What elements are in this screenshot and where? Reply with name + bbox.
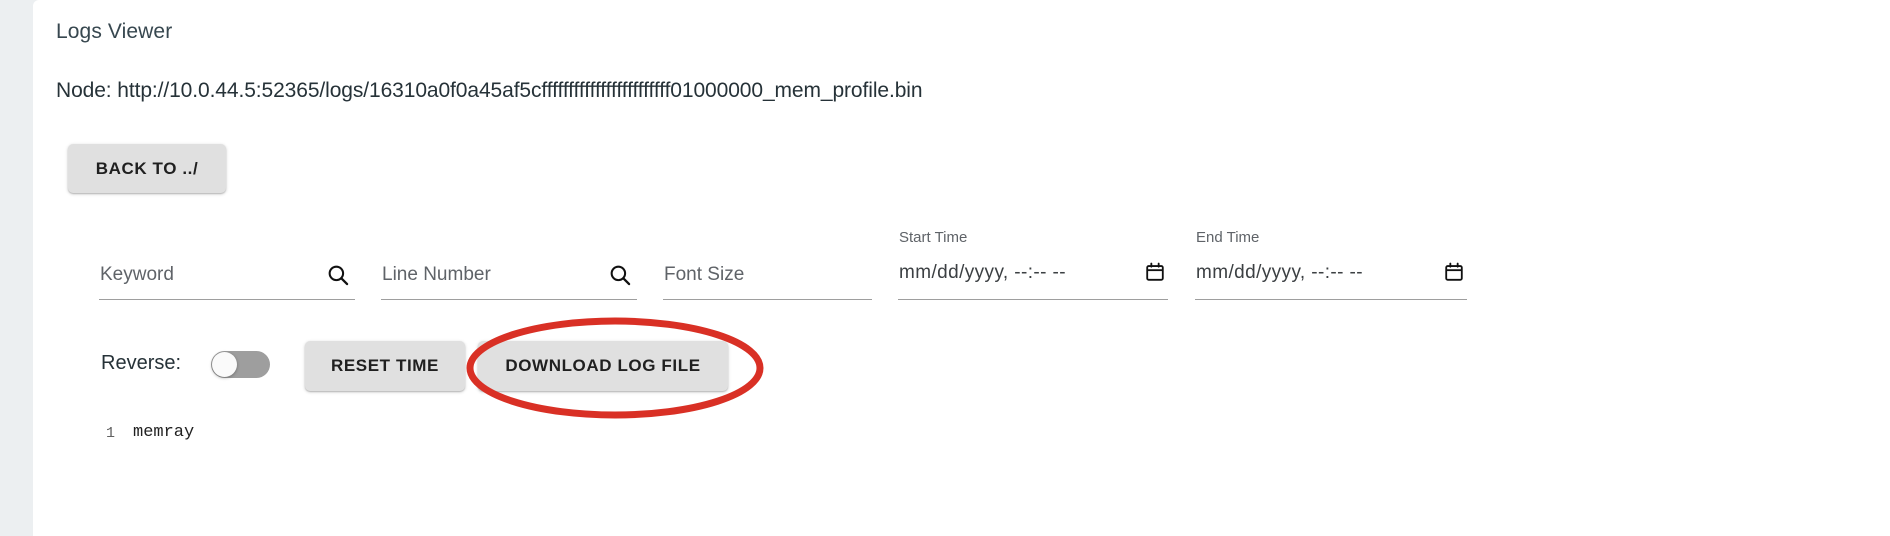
reverse-label: Reverse: [101, 352, 182, 374]
font-size-input[interactable]: Font Size [664, 264, 744, 286]
keyword-underline [99, 299, 355, 300]
end-time-input[interactable]: mm/dd/yyyy, --:-- -- [1196, 262, 1363, 284]
log-line-number: 1 [105, 425, 115, 442]
line-number-underline [381, 299, 637, 300]
font-size-field[interactable]: Font Size [663, 258, 872, 300]
line-number-field[interactable]: Line Number [381, 258, 637, 300]
line-number-input[interactable]: Line Number [382, 264, 491, 286]
reverse-toggle[interactable] [211, 351, 270, 378]
page-root: Logs Viewer Node: http://10.0.44.5:52365… [0, 0, 1890, 536]
calendar-icon[interactable] [1144, 261, 1166, 283]
start-time-underline [898, 299, 1168, 300]
page-title: Logs Viewer [56, 20, 173, 43]
keyword-field[interactable]: Keyword [99, 258, 355, 300]
end-time-underline [1195, 299, 1467, 300]
start-time-input[interactable]: mm/dd/yyyy, --:-- -- [899, 262, 1066, 284]
keyword-input[interactable]: Keyword [100, 264, 174, 286]
calendar-icon[interactable] [1443, 261, 1465, 283]
log-line-text: memray [133, 423, 195, 442]
reset-time-button[interactable]: RESET TIME [305, 341, 465, 391]
search-icon[interactable] [325, 262, 351, 288]
font-size-underline [663, 299, 872, 300]
end-time-label: End Time [1196, 229, 1260, 246]
toggle-knob [212, 352, 237, 377]
start-time-field[interactable]: Start Time mm/dd/yyyy, --:-- -- [898, 229, 1168, 300]
search-icon[interactable] [607, 262, 633, 288]
back-to-parent-button[interactable]: BACK TO ../ [68, 144, 226, 193]
download-log-file-button[interactable]: DOWNLOAD LOG FILE [478, 341, 728, 391]
node-url-text: Node: http://10.0.44.5:52365/logs/16310a… [56, 79, 923, 102]
logs-viewer-card: Logs Viewer Node: http://10.0.44.5:52365… [33, 0, 1890, 536]
start-time-label: Start Time [899, 229, 968, 246]
end-time-field[interactable]: End Time mm/dd/yyyy, --:-- -- [1195, 229, 1467, 300]
